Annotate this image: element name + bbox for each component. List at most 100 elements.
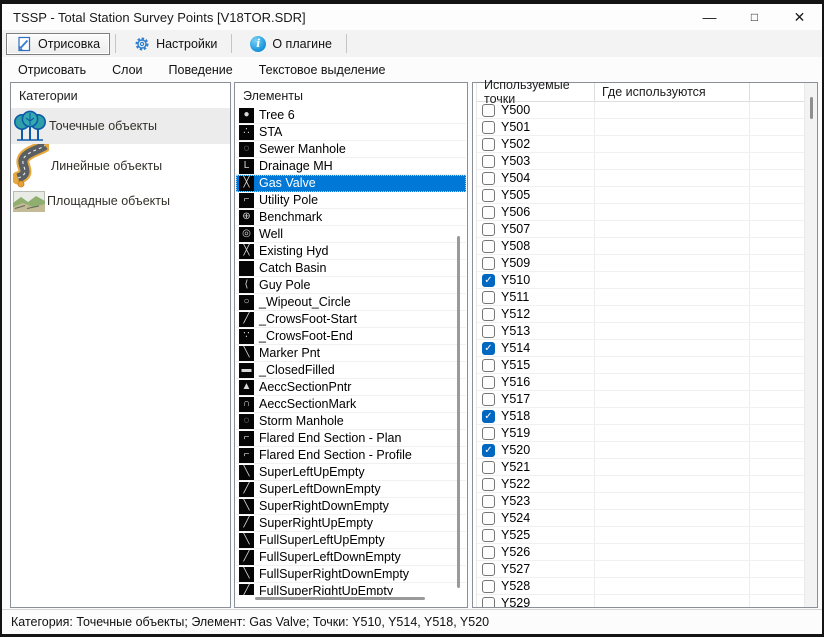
element-item[interactable]: ╱ FullSuperLeftDownEmpty (236, 549, 466, 566)
point-row[interactable]: Y507 (477, 221, 804, 238)
tab-otrisovka[interactable]: Отрисовка (6, 33, 110, 55)
category-area-objects[interactable]: Площадные объекты (11, 188, 230, 214)
element-item[interactable]: ╱ FullSuperRightUpEmpty (236, 583, 466, 595)
point-row[interactable]: Y528 (477, 578, 804, 595)
point-checkbox[interactable] (482, 138, 495, 151)
point-checkbox[interactable] (482, 580, 495, 593)
point-checkbox[interactable] (482, 121, 495, 134)
point-checkbox[interactable] (482, 325, 495, 338)
point-row[interactable]: Y500 (477, 102, 804, 119)
point-checkbox[interactable] (482, 155, 495, 168)
point-row[interactable]: Y509 (477, 255, 804, 272)
element-item[interactable]: ╲ Marker Pnt (236, 345, 466, 362)
point-row[interactable]: Y521 (477, 459, 804, 476)
point-checkbox[interactable] (482, 495, 495, 508)
point-row[interactable]: Y529 (477, 595, 804, 607)
point-row[interactable]: Y501 (477, 119, 804, 136)
point-checkbox[interactable] (482, 240, 495, 253)
point-checkbox[interactable] (482, 512, 495, 525)
point-row[interactable]: Y516 (477, 374, 804, 391)
element-item[interactable]: L Drainage MH (236, 158, 466, 175)
point-row[interactable]: ✓ Y510 (477, 272, 804, 289)
tab-o-plagine[interactable]: i О плагине (241, 33, 341, 55)
point-row[interactable]: Y506 (477, 204, 804, 221)
element-item[interactable]: ◌ Sewer Manhole (236, 141, 466, 158)
category-point-objects[interactable]: Точечные объекты (11, 108, 230, 144)
point-row[interactable]: Y505 (477, 187, 804, 204)
element-item[interactable]: ╱ SuperLeftDownEmpty (236, 481, 466, 498)
elements-hscrollbar[interactable] (255, 597, 425, 600)
menu-otrisovat[interactable]: Отрисовать (5, 60, 99, 80)
point-row[interactable]: Y527 (477, 561, 804, 578)
point-row[interactable]: Y513 (477, 323, 804, 340)
point-checkbox[interactable] (482, 597, 495, 608)
element-item[interactable]: ◎ Well (236, 226, 466, 243)
points-scrollbar[interactable] (804, 83, 817, 607)
point-checkbox[interactable] (482, 189, 495, 202)
point-checkbox[interactable] (482, 206, 495, 219)
point-row[interactable]: Y517 (477, 391, 804, 408)
point-checkbox[interactable] (482, 461, 495, 474)
element-item[interactable]: ∵ _CrowsFoot-End (236, 328, 466, 345)
point-row[interactable]: Y526 (477, 544, 804, 561)
menu-povedenie[interactable]: Поведение (156, 60, 246, 80)
point-row[interactable]: Y502 (477, 136, 804, 153)
close-button[interactable]: ✕ (777, 4, 822, 30)
element-item[interactable]: ▲ AeccSectionPntr (236, 379, 466, 396)
point-checkbox[interactable] (482, 529, 495, 542)
point-row[interactable]: Y503 (477, 153, 804, 170)
point-row[interactable]: Y523 (477, 493, 804, 510)
point-row[interactable]: Y522 (477, 476, 804, 493)
element-item[interactable]: ▬ _ClosedFilled (236, 362, 466, 379)
minimize-button[interactable]: — (687, 4, 732, 30)
point-row[interactable]: Y511 (477, 289, 804, 306)
element-item[interactable]: ○ _Wipeout_Circle (236, 294, 466, 311)
tab-nastroyki[interactable]: Настройки (125, 33, 226, 55)
point-checkbox[interactable]: ✓ (482, 342, 495, 355)
point-row[interactable]: Y525 (477, 527, 804, 544)
element-item[interactable]: ⌐ Flared End Section - Profile (236, 447, 466, 464)
point-row[interactable]: Y508 (477, 238, 804, 255)
point-checkbox[interactable] (482, 376, 495, 389)
element-item[interactable]: ╳ Gas Valve (236, 175, 466, 192)
element-item[interactable]: ╲ FullSuperLeftUpEmpty (236, 532, 466, 549)
point-row[interactable]: Y524 (477, 510, 804, 527)
element-item[interactable]: ╱ SuperRightUpEmpty (236, 515, 466, 532)
element-item[interactable]: ╲ FullSuperRightDownEmpty (236, 566, 466, 583)
menu-sloi[interactable]: Слои (99, 60, 155, 80)
element-item[interactable]: ╳ Existing Hyd (236, 243, 466, 260)
point-row[interactable]: ✓ Y520 (477, 442, 804, 459)
point-checkbox[interactable] (482, 223, 495, 236)
point-row[interactable]: Y519 (477, 425, 804, 442)
point-checkbox[interactable]: ✓ (482, 444, 495, 457)
element-item[interactable]: ╲ SuperRightDownEmpty (236, 498, 466, 515)
element-item[interactable]: ⊕ Benchmark (236, 209, 466, 226)
point-checkbox[interactable] (482, 359, 495, 372)
element-item[interactable]: ╱ _CrowsFoot-Start (236, 311, 466, 328)
point-checkbox[interactable] (482, 427, 495, 440)
point-checkbox[interactable] (482, 546, 495, 559)
point-checkbox[interactable] (482, 393, 495, 406)
point-checkbox[interactable] (482, 104, 495, 117)
point-row[interactable]: Y512 (477, 306, 804, 323)
point-checkbox[interactable]: ✓ (482, 410, 495, 423)
point-checkbox[interactable] (482, 308, 495, 321)
maximize-button[interactable]: □ (732, 4, 777, 30)
element-item[interactable]: ⟨ Guy Pole (236, 277, 466, 294)
element-item[interactable]: ∩ AeccSectionMark (236, 396, 466, 413)
points-scrollbar-thumb[interactable] (810, 97, 813, 119)
point-row[interactable]: ✓ Y518 (477, 408, 804, 425)
point-checkbox[interactable] (482, 257, 495, 270)
element-item[interactable]: ⌐ Flared End Section - Plan (236, 430, 466, 447)
point-row[interactable]: Y504 (477, 170, 804, 187)
point-checkbox[interactable]: ✓ (482, 274, 495, 287)
point-checkbox[interactable] (482, 478, 495, 491)
point-checkbox[interactable] (482, 291, 495, 304)
element-item[interactable]: ╲ SuperLeftUpEmpty (236, 464, 466, 481)
element-item[interactable]: ● Tree 6 (236, 107, 466, 124)
point-checkbox[interactable] (482, 563, 495, 576)
point-row[interactable]: ✓ Y514 (477, 340, 804, 357)
elements-vscrollbar[interactable] (457, 236, 460, 588)
element-item[interactable]: ∴ STA (236, 124, 466, 141)
element-item[interactable]: ◌ Storm Manhole (236, 413, 466, 430)
